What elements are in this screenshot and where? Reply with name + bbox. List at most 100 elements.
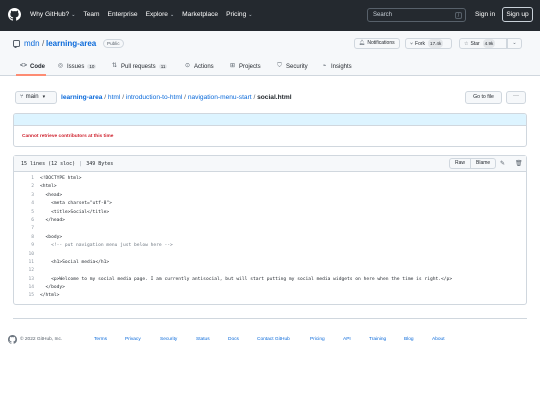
line-content: <!-- put navigation menu just below here… <box>40 243 173 249</box>
github-logo-icon[interactable] <box>8 8 21 21</box>
breadcrumb-repo-link[interactable]: learning-area <box>61 94 102 101</box>
tab-actions[interactable]: ⊙ Actions <box>184 63 214 70</box>
line-number: 11 <box>28 259 34 265</box>
branch-icon: ⑂ <box>20 94 24 100</box>
line-content: <html> <box>40 184 57 190</box>
tab-insights[interactable]: ⌁ Insights <box>321 63 352 70</box>
blame-button[interactable]: Blame <box>470 159 495 168</box>
footer-link-status[interactable]: Status <box>196 337 210 342</box>
fork-button[interactable]: ⑂ Fork 17.4k <box>405 38 452 49</box>
branch-select[interactable]: ⑂ main ▾ <box>15 91 57 104</box>
table-icon: ⊞ <box>229 63 236 69</box>
trash-icon[interactable]: 🗑︎ <box>515 160 523 167</box>
footer-link-docs[interactable]: Docs <box>228 337 239 342</box>
tab-security[interactable]: ⛉ Security <box>276 63 307 70</box>
code-line: 6 </head> <box>14 217 526 225</box>
tab-issues[interactable]: ◎ Issues 10 <box>57 63 97 70</box>
contributors-error: Cannot retrieve contributors at this tim… <box>22 134 114 139</box>
code-line: 12 <box>14 267 526 275</box>
footer-link-contact[interactable]: Contact GitHub <box>257 337 290 342</box>
fork-count: 17.4k <box>428 39 444 48</box>
tab-projects[interactable]: ⊞ Projects <box>229 63 261 70</box>
code-line: 15 </html> <box>14 292 526 300</box>
repo-name-link[interactable]: learning-area <box>46 39 96 48</box>
breadcrumb-current-file: social.html <box>257 94 292 101</box>
line-number: 8 <box>31 234 34 240</box>
file-viewer: 15 lines (12 sloc) | 349 Bytes Raw Blame ✎… <box>13 155 527 305</box>
footer-link-privacy[interactable]: Privacy <box>125 337 141 342</box>
line-content: </body> <box>40 285 65 291</box>
code-view: 1 <!DOCTYPE html> 2 <html> 3 <head> 4 <met… <box>14 175 526 301</box>
line-content: <!DOCTYPE html> <box>40 176 82 181</box>
visibility-badge: Public <box>103 39 124 48</box>
chevron-down-icon: ⌄ <box>169 12 175 18</box>
code-line: 11 <h1>Social media</h1> <box>14 259 526 267</box>
nav-enterprise[interactable]: Enterprise <box>108 11 138 18</box>
file-info: 15 lines (12 sloc) | 349 Bytes <box>21 161 113 167</box>
star-button[interactable]: ☆ Star 4.9k <box>459 38 507 49</box>
footer-link-api[interactable]: API <box>343 337 351 342</box>
code-icon: <> <box>20 63 28 69</box>
breadcrumb-link[interactable]: navigation-menu-start <box>188 94 252 101</box>
chevron-down-icon: ⌄ <box>512 40 517 46</box>
tab-code[interactable]: <> Code <box>20 63 45 70</box>
line-number: 12 <box>28 268 34 274</box>
line-content: <body> <box>40 234 63 240</box>
nav-marketplace[interactable]: Marketplace <box>182 11 218 18</box>
nav-why-github[interactable]: Why GitHub? ⌄ <box>30 11 75 18</box>
footer-link-blog[interactable]: Blog <box>404 337 414 342</box>
pull-requests-count: 11 <box>158 64 168 69</box>
notifications-button[interactable]: 🔔︎ Notifications <box>354 38 400 49</box>
line-number: 10 <box>28 251 34 257</box>
footer-link-security[interactable]: Security <box>160 337 177 342</box>
repo-tabs: <> Code ◎ Issues 10 ⇅ Pull requests 11 ⊙… <box>0 59 540 76</box>
go-to-file-button[interactable]: Go to file <box>465 91 502 104</box>
nav-team[interactable]: Team <box>83 11 99 18</box>
file-actions: Raw Blame <box>449 158 497 169</box>
footer-link-about[interactable]: About <box>432 337 445 342</box>
more-options-button[interactable]: ··· <box>506 91 526 104</box>
nav-pricing[interactable]: Pricing ⌄ <box>226 11 252 18</box>
sign-in-link[interactable]: Sign in <box>475 11 495 18</box>
repo-separator: / <box>42 39 45 48</box>
bell-icon: 🔔︎ <box>359 40 366 46</box>
footer-link-pricing[interactable]: Pricing <box>310 337 325 342</box>
code-line: 1 <!DOCTYPE html> <box>14 175 526 183</box>
tab-pull-requests[interactable]: ⇅ Pull requests 11 <box>111 63 168 70</box>
breadcrumb-link[interactable]: html <box>108 94 120 101</box>
star-icon: ☆ <box>464 41 469 47</box>
top-nav: Why GitHub? ⌄ Team Enterprise Explore ⌄ Ma… <box>30 11 252 18</box>
line-number: 6 <box>31 217 34 223</box>
file-size: 349 Bytes <box>86 161 114 167</box>
breadcrumb: learning-area / html / introduction-to-h… <box>61 94 292 101</box>
footer-link-training[interactable]: Training <box>369 337 386 342</box>
star-dropdown-button[interactable]: ⌄ <box>507 38 522 49</box>
repo-icon <box>13 40 20 48</box>
line-content: <h1>Social media</h1> <box>40 259 110 265</box>
footer-link-terms[interactable]: Terms <box>94 337 107 342</box>
repo-owner-link[interactable]: mdn <box>24 39 40 48</box>
line-number: 1 <box>31 176 34 181</box>
chevron-down-icon: ▾ <box>42 94 46 100</box>
github-logo-icon[interactable] <box>8 335 17 344</box>
line-number: 5 <box>31 209 34 215</box>
contributors-box-header <box>14 114 526 126</box>
line-number: 15 <box>28 293 34 299</box>
line-content: <p>Welcome to my social media page. I am… <box>40 276 453 282</box>
search-shortcut-key: / <box>455 12 462 19</box>
sign-up-button[interactable]: Sign up <box>502 7 533 22</box>
play-icon: ⊙ <box>184 63 191 69</box>
breadcrumb-link[interactable]: introduction-to-html <box>126 94 182 101</box>
search-input[interactable]: Search / <box>367 8 466 22</box>
code-line: 14 </body> <box>14 284 526 292</box>
global-header: Why GitHub? ⌄ Team Enterprise Explore ⌄ Ma… <box>0 0 540 31</box>
line-number: 14 <box>28 285 34 291</box>
raw-button[interactable]: Raw <box>450 159 470 168</box>
fork-icon: ⑂ <box>410 41 414 47</box>
repo-header: mdn / learning-area Public 🔔︎ Notificatio… <box>0 31 540 76</box>
nav-explore[interactable]: Explore ⌄ <box>146 11 175 18</box>
code-line: 9 <!-- put navigation menu just below he… <box>14 242 526 250</box>
search-placeholder: Search <box>373 12 393 18</box>
pencil-icon[interactable]: ✎ <box>500 160 505 167</box>
chevron-down-icon: ⌄ <box>248 12 253 18</box>
